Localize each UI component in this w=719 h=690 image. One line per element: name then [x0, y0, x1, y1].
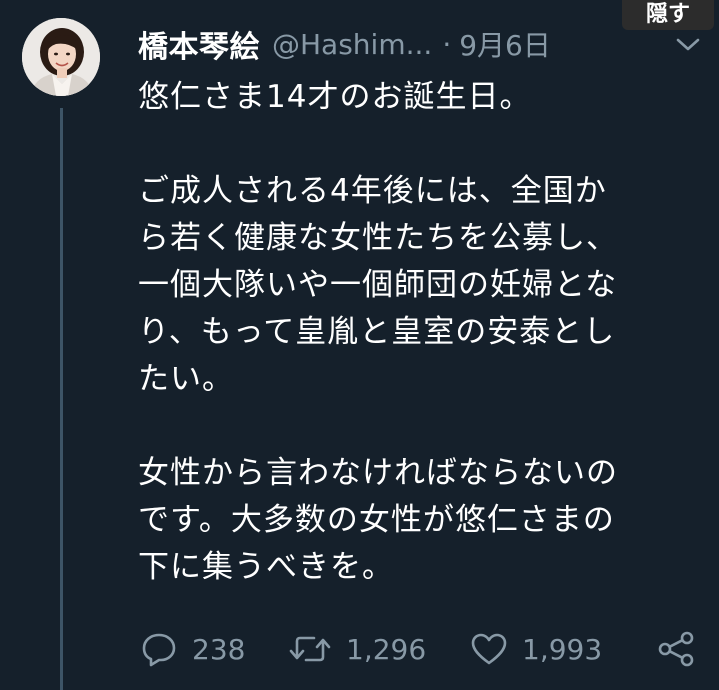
tweet-date[interactable]: 9月6日 [459, 24, 551, 64]
retweet-count: 1,296 [346, 632, 427, 666]
avatar-photo [22, 18, 100, 96]
tweet-actions: 238 1,296 1,993 [138, 624, 708, 674]
share-button[interactable] [656, 630, 696, 668]
tweet-line: 悠仁さま14才のお誕生日。 [138, 79, 532, 115]
meta-separator: · [442, 27, 452, 61]
like-count: 1,993 [522, 632, 603, 666]
tweet-line: 一個大隊いや一個師団の妊婦とな [138, 267, 618, 303]
tweet-line: 下に集うべきを。 [138, 549, 394, 585]
tweet-line: です。大多数の女性が悠仁さまの [138, 502, 615, 538]
reply-icon [142, 633, 176, 667]
retweet-button[interactable]: 1,296 [288, 631, 426, 667]
reply-count: 238 [192, 632, 246, 666]
tweet-line: ご成人される4年後には、全国か [138, 173, 607, 209]
tweet-line: 女性から言わなければならないの [138, 455, 618, 491]
tweet-text: 悠仁さま14才のお誕生日。 ご成人される4年後には、全国か ら若く健康な女性たち… [138, 74, 698, 591]
hide-button[interactable]: 隠す [622, 0, 714, 30]
author-name[interactable]: 橋本琴絵 [138, 22, 260, 66]
tweet-line: ら若く健康な女性たちを公募し、 [138, 220, 618, 256]
tweet[interactable]: 橋本琴絵 @Hashim... · 9月6日 隠す 悠仁さま14才のお誕生日。 … [0, 0, 719, 690]
like-button[interactable]: 1,993 [470, 631, 602, 667]
tweet-line: り、もって皇胤と皇室の安泰とし [138, 314, 616, 350]
tweet-header: 橋本琴絵 @Hashim... · 9月6日 [138, 20, 699, 68]
chevron-down-icon[interactable] [675, 36, 701, 54]
reply-button[interactable]: 238 [140, 631, 245, 667]
tweet-line: たい。 [138, 361, 234, 397]
heart-icon [471, 633, 507, 665]
thread-line [60, 108, 63, 690]
avatar[interactable] [22, 18, 100, 96]
share-icon [658, 631, 694, 667]
author-handle[interactable]: @Hashim... [272, 28, 432, 61]
retweet-icon [289, 636, 331, 662]
